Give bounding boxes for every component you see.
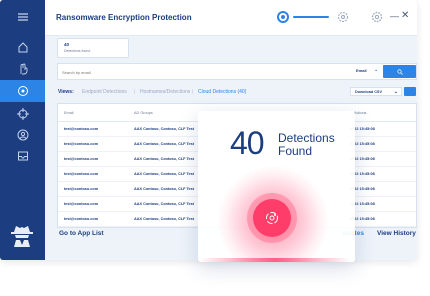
cell-groups: AAX Contoso, Contoso, CLF Test <box>134 187 195 191</box>
tab-separator: | <box>192 89 194 95</box>
cell-groups: AAX Contoso, Contoso, CLF Test <box>134 127 195 131</box>
views-label: Views: <box>58 89 74 95</box>
cell-email: test@contoso.com <box>64 127 99 131</box>
views-row: Views: Endpoint Detections | Hostnames/D… <box>58 87 417 97</box>
detections-stat-card: 40 Detections found <box>57 38 129 58</box>
detections-label: Detections <box>278 131 335 145</box>
stat-count: 40 <box>64 42 70 47</box>
home-icon[interactable] <box>0 36 45 58</box>
detections-found-card: 40 Detections Found <box>198 111 355 262</box>
chevron-down-icon: ⌄ <box>393 89 398 95</box>
cell-groups: AAX Contoso, Contoso, CLF Test <box>134 202 195 206</box>
target-icon[interactable] <box>0 80 45 102</box>
cell-email: test@contoso.com <box>64 202 99 206</box>
column-header-email[interactable]: Email <box>64 111 74 115</box>
go-to-app-list-link[interactable]: Go to App List <box>59 230 104 237</box>
gear-icon[interactable] <box>371 11 383 23</box>
tab-endpoint-detections[interactable]: Endpoint Detections <box>82 89 127 95</box>
alert-core <box>253 199 291 237</box>
found-label: Found <box>278 144 313 158</box>
inbox-icon[interactable] <box>0 145 45 167</box>
overlay-glow-bar <box>200 258 350 262</box>
search-input[interactable] <box>62 68 342 77</box>
spy-logo <box>11 226 33 247</box>
cell-email: test@contoso.com <box>64 217 99 221</box>
user-icon[interactable] <box>0 124 45 146</box>
column-header-actions[interactable]: Actions <box>354 111 366 115</box>
tab-hostnames-detections[interactable]: Hostnames/Detections <box>140 89 190 95</box>
cell-groups: AAX Contoso, Contoso, CLF Test <box>134 217 195 221</box>
toggle-track[interactable] <box>293 16 329 18</box>
search-bar: Email ⌄ <box>57 63 417 80</box>
cell-groups: AAX Contoso, Contoso, CLF Test <box>134 172 195 176</box>
radar-toggle-icon[interactable] <box>277 11 289 23</box>
menu-icon[interactable] <box>0 6 45 28</box>
radar-alert-icon <box>266 212 278 224</box>
cell-email: test@contoso.com <box>64 172 99 176</box>
tab-separator: | <box>134 89 136 95</box>
topbar: Ransomware Encryption Protection — ✕ <box>45 0 417 36</box>
detections-count: 40 <box>230 125 265 161</box>
search-field-select[interactable]: Email <box>356 68 367 73</box>
app-title: Ransomware Encryption Protection <box>56 13 192 22</box>
download-select[interactable]: Download CSV ⌄ <box>350 87 402 96</box>
close-icon[interactable]: ✕ <box>401 10 409 21</box>
column-header-groups[interactable]: AD Groups <box>134 111 153 115</box>
cell-email: test@contoso.com <box>64 157 99 161</box>
search-button[interactable] <box>383 65 416 78</box>
view-history-link[interactable]: View History <box>377 230 416 237</box>
cell-email: test@contoso.com <box>64 142 99 146</box>
hand-icon[interactable] <box>0 58 45 80</box>
tab-cloud-detections[interactable]: Cloud Detections (40) <box>198 89 246 95</box>
sidebar <box>0 0 45 260</box>
cell-email: test@contoso.com <box>64 187 99 191</box>
download-button[interactable] <box>404 87 416 96</box>
download-select-label: Download CSV <box>355 90 383 94</box>
cell-groups: AAX Contoso, Contoso, CLF Test <box>134 142 195 146</box>
minimize-icon[interactable]: — <box>390 11 399 21</box>
stat-label: Detections found <box>64 49 91 53</box>
cell-groups: AAX Contoso, Contoso, CLF Test <box>134 157 195 161</box>
shield-check-icon[interactable] <box>337 11 349 23</box>
chevron-down-icon[interactable]: ⌄ <box>374 67 378 73</box>
search-icon <box>396 68 403 75</box>
crosshair-icon[interactable] <box>0 103 45 125</box>
